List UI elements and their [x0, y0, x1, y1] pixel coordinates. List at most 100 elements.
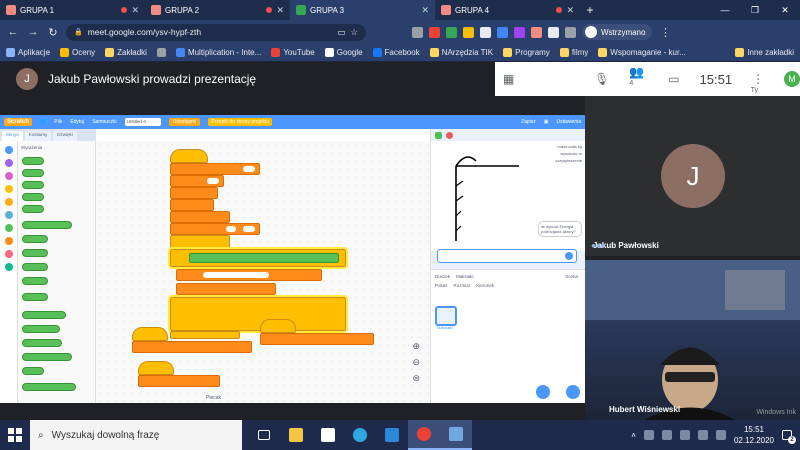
category-pen[interactable] [4, 263, 13, 271]
sprite-thumbnail[interactable]: Maksiaki [435, 306, 457, 330]
tab-sounds[interactable]: Dźwięki [53, 131, 77, 141]
bookmark-item[interactable]: Programy [503, 48, 550, 57]
event-hat-block[interactable] [138, 361, 174, 375]
network-icon[interactable] [679, 430, 690, 440]
condition-block[interactable] [189, 253, 339, 263]
category-looks[interactable] [4, 159, 13, 167]
add-backdrop-icon[interactable] [566, 385, 580, 399]
else-block[interactable] [168, 295, 348, 333]
palette-block[interactable] [22, 205, 44, 213]
bookmark-item[interactable]: NArzędzia TIK [429, 48, 493, 57]
extension-icon[interactable] [514, 26, 525, 38]
extension-icon[interactable] [548, 26, 559, 38]
palette-block[interactable] [22, 181, 44, 189]
star-icon[interactable]: ☆ [350, 27, 358, 38]
category-variables[interactable] [4, 237, 13, 245]
category-operators[interactable] [4, 224, 13, 232]
bookmark-item[interactable]: Wspomaganie - kur... [598, 48, 686, 57]
bookmark-item[interactable]: Zakładki [105, 48, 147, 57]
taskbar-search[interactable]: ⌕ Wyszukaj dowolną frazę [30, 420, 242, 450]
share-button[interactable]: Udostępnij [168, 118, 201, 126]
start-button[interactable] [0, 428, 30, 442]
palette-block[interactable] [22, 383, 76, 391]
reload-icon[interactable]: ↻ [46, 26, 60, 39]
task-view-icon[interactable] [248, 420, 280, 450]
puzzle-icon[interactable] [565, 26, 576, 38]
category-motion[interactable] [4, 146, 13, 154]
camera-icon[interactable]: ▭ [337, 27, 345, 38]
category-control[interactable] [4, 198, 13, 206]
check-icon[interactable] [565, 252, 573, 260]
notifications-icon[interactable]: 2 [782, 430, 796, 444]
keyboard-icon[interactable] [715, 430, 726, 440]
save-button[interactable]: Zapisz [521, 119, 536, 125]
stage-canvas[interactable]: masa ciała kg wysokość m przyspieszenie … [431, 141, 585, 251]
chevron-up-icon[interactable]: ˄ [631, 431, 636, 440]
chrome-icon[interactable] [408, 420, 440, 450]
extension-icon[interactable] [531, 26, 542, 38]
language-globe-icon[interactable]: 🌐 [40, 119, 46, 125]
back-icon[interactable]: ← [6, 26, 20, 38]
palette-block[interactable] [22, 339, 62, 347]
change-variable-block[interactable] [170, 187, 218, 199]
restore-icon[interactable]: ❐ [740, 0, 770, 20]
menu-edit[interactable]: Edytuj [70, 119, 84, 125]
see-project-button[interactable]: Przejdź do strony projektu [208, 118, 273, 126]
folder-icon[interactable]: ▣ [544, 119, 549, 125]
palette-block[interactable] [22, 157, 44, 165]
palette-block[interactable] [22, 353, 72, 361]
bookmark-item[interactable]: Google [324, 48, 363, 57]
stage-label[interactable]: Scena [565, 274, 578, 279]
zoom-in-icon[interactable]: ⊕ [412, 341, 420, 352]
category-events[interactable] [4, 185, 13, 193]
close-tab-icon[interactable]: ✕ [566, 5, 574, 16]
palette-block[interactable] [22, 193, 44, 201]
set-variable-block[interactable] [170, 163, 260, 175]
new-tab-button[interactable]: + [580, 0, 600, 20]
volume-icon[interactable] [697, 430, 708, 440]
chat-icon[interactable]: ▭ [668, 72, 679, 86]
close-tab-icon[interactable]: ✕ [276, 5, 284, 16]
browser-tab-grupa-1[interactable]: GRUPA 1 ✕ [0, 0, 145, 20]
project-title-input[interactable]: Untitled-4 [124, 118, 161, 126]
close-tab-icon[interactable]: ✕ [131, 5, 139, 16]
value-slot[interactable] [207, 178, 219, 184]
minimize-icon[interactable]: — [710, 0, 740, 20]
operator-block[interactable] [170, 223, 260, 235]
self-avatar[interactable]: M [784, 71, 800, 87]
mail-icon[interactable] [376, 420, 408, 450]
taskbar-clock[interactable]: 15:51 02.12.2020 [734, 424, 774, 446]
bookmark-item[interactable]: filmy [559, 48, 588, 57]
event-hat-block[interactable] [132, 327, 168, 341]
value-slot[interactable] [243, 166, 255, 172]
more-options-icon[interactable]: ⋮ [752, 72, 764, 86]
other-bookmarks[interactable]: Inne zakładki [735, 48, 794, 57]
close-window-icon[interactable]: ✕ [770, 0, 800, 20]
forever-block[interactable] [170, 235, 230, 249]
mic-off-icon[interactable]: 🎙 [594, 72, 609, 86]
bookmark-item[interactable]: Aplikacje [6, 48, 50, 57]
tab-code[interactable]: Skrypt [2, 131, 23, 141]
bookmark-item[interactable]: Oceny [60, 48, 95, 57]
bookmark-item[interactable]: Facebook [372, 48, 420, 57]
layout-grid-icon[interactable]: ▦ [503, 72, 514, 86]
palette-block[interactable] [22, 235, 48, 243]
bookmark-item[interactable]: YouTube [271, 48, 315, 57]
menu-file[interactable]: Plik [54, 119, 62, 125]
backpack-label[interactable]: Plecak [206, 395, 221, 401]
store-icon[interactable] [312, 420, 344, 450]
category-myblocks[interactable] [4, 250, 13, 258]
palette-block[interactable] [22, 169, 44, 177]
sync-paused-button[interactable]: Wstrzymano [582, 24, 653, 40]
extension-icon[interactable] [463, 26, 474, 38]
scratch-logo[interactable]: Scratch [4, 118, 33, 126]
value-slot[interactable] [243, 226, 255, 232]
participants-icon[interactable]: 👥4 [629, 65, 648, 93]
stop-icon[interactable] [446, 131, 453, 139]
category-sound[interactable] [4, 172, 13, 180]
palette-block[interactable] [22, 367, 44, 375]
add-sprite-icon[interactable] [536, 385, 550, 399]
ask-block[interactable] [170, 199, 214, 211]
address-bar[interactable]: 🔒 meet.google.com/ysv-hypf-zth ▭ ☆ [66, 23, 366, 41]
tray-icon[interactable] [643, 430, 654, 440]
